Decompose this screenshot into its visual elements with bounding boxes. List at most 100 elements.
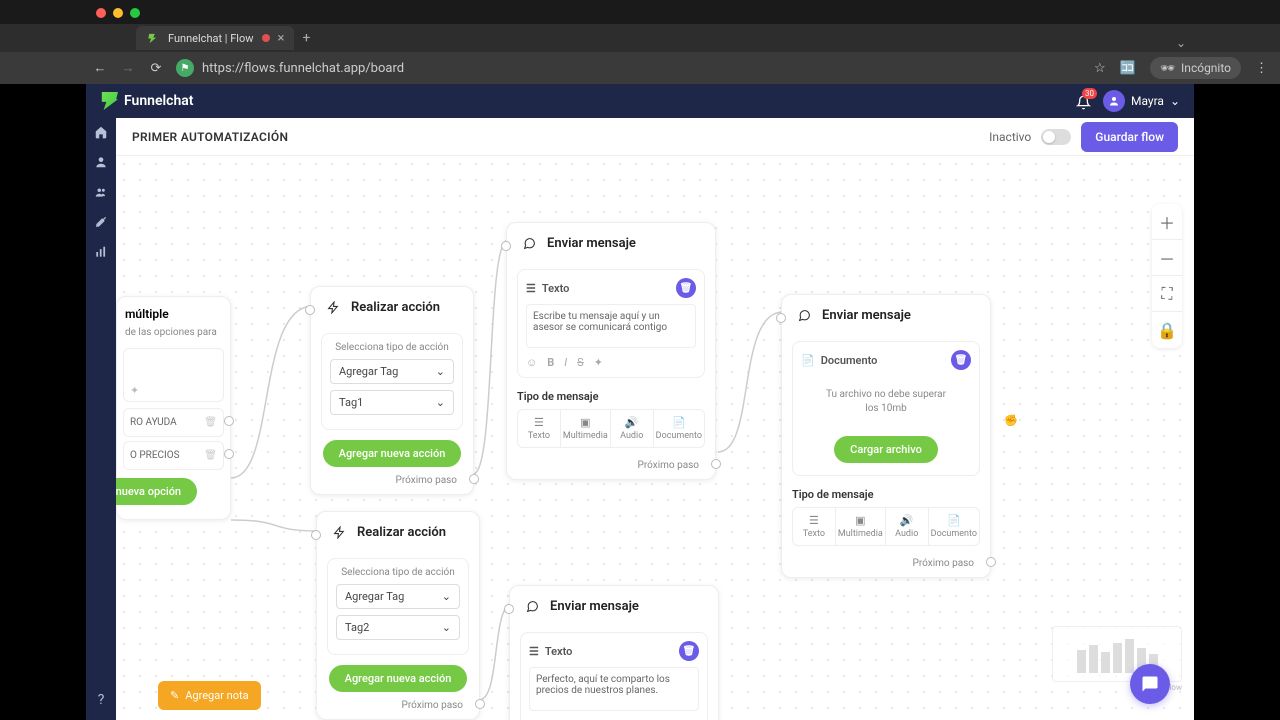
port-out[interactable] bbox=[711, 459, 721, 469]
port-out[interactable] bbox=[224, 449, 234, 459]
sidebar-tools[interactable] bbox=[93, 214, 109, 230]
option-ayuda[interactable]: RO AYUDA 🗑 bbox=[123, 408, 224, 437]
msg-type-multimedia[interactable]: ▣Multimedia bbox=[836, 508, 886, 545]
port-out[interactable] bbox=[224, 416, 234, 426]
action-type-dropdown[interactable]: Agregar Tag⌄ bbox=[336, 584, 460, 609]
bold-icon[interactable]: B bbox=[547, 356, 554, 369]
menu-icon[interactable]: ⋮ bbox=[1255, 61, 1268, 76]
node-action-2[interactable]: Realizar acción Selecciona tipo de acció… bbox=[316, 511, 480, 720]
forward-icon[interactable]: → bbox=[120, 60, 136, 76]
sidebar-analytics[interactable] bbox=[93, 244, 109, 260]
message-textarea[interactable] bbox=[526, 304, 696, 348]
next-step-label: Próximo paso bbox=[507, 456, 715, 479]
chevron-down-icon: ⌄ bbox=[1170, 94, 1180, 108]
audio-icon: 🔊 bbox=[613, 416, 651, 429]
star-icon[interactable]: ☆ bbox=[1094, 61, 1106, 76]
window-close[interactable] bbox=[96, 8, 106, 18]
sidebar-help[interactable]: ? bbox=[93, 692, 109, 708]
port-in[interactable] bbox=[776, 313, 786, 323]
url-text[interactable]: https://flows.funnelchat.app/board bbox=[202, 61, 404, 76]
tag-dropdown[interactable]: Tag1⌄ bbox=[330, 390, 454, 415]
flow-title: PRIMER AUTOMATIZACIÓN bbox=[132, 130, 288, 144]
trash-icon[interactable]: 🗑 bbox=[204, 417, 217, 428]
text-icon: ☰ bbox=[795, 514, 833, 527]
sparkle-icon[interactable]: ✦ bbox=[594, 356, 603, 369]
upload-button[interactable]: Cargar archivo bbox=[834, 436, 938, 463]
chat-fab[interactable] bbox=[1130, 664, 1170, 704]
add-option-button[interactable]: r nueva opción bbox=[116, 478, 197, 505]
action-type-dropdown[interactable]: Agregar Tag⌄ bbox=[330, 359, 454, 384]
option-precios[interactable]: O PRECIOS 🗑 bbox=[123, 441, 224, 470]
zoom-out-button[interactable]: － bbox=[1152, 240, 1182, 276]
document-icon: 📄 bbox=[656, 416, 702, 429]
notifications-button[interactable]: 30 bbox=[1076, 92, 1091, 110]
window-zoom[interactable] bbox=[130, 8, 140, 18]
incognito-badge: 🕶 Incógnito bbox=[1150, 57, 1241, 79]
user-menu[interactable]: Mayra ⌄ bbox=[1103, 90, 1180, 112]
node-message-3[interactable]: Enviar mensaje ☰Texto 🗑 ☺ B I S bbox=[509, 585, 719, 720]
sidebar-team[interactable] bbox=[93, 184, 109, 200]
chevron-down-icon: ⌄ bbox=[436, 396, 445, 409]
add-action-button[interactable]: Agregar nueva acción bbox=[323, 440, 462, 467]
msg-type-audio[interactable]: 🔊Audio bbox=[886, 508, 929, 545]
window-minimize[interactable] bbox=[113, 8, 123, 18]
lightning-icon bbox=[323, 297, 343, 317]
delete-block-button[interactable]: 🗑 bbox=[676, 278, 696, 298]
notif-count: 30 bbox=[1082, 88, 1097, 99]
port-out[interactable] bbox=[986, 557, 996, 567]
type-label: Tipo de mensaje bbox=[782, 486, 990, 503]
sparkle-icon[interactable]: ✦ bbox=[130, 384, 139, 397]
add-note-button[interactable]: ✎ Agregar nota bbox=[158, 681, 261, 710]
delete-block-button[interactable]: 🗑 bbox=[679, 641, 699, 661]
chevron-down-icon: ⌄ bbox=[442, 621, 451, 634]
chat-icon bbox=[519, 233, 539, 253]
document-icon: 📄 bbox=[931, 514, 977, 527]
msg-type-audio[interactable]: 🔊Audio bbox=[611, 410, 654, 447]
trash-icon[interactable]: 🗑 bbox=[204, 450, 217, 461]
reload-icon[interactable]: ⟳ bbox=[148, 60, 164, 76]
close-icon[interactable]: × bbox=[278, 31, 285, 46]
node-desc-fragment: de las opciones para bbox=[123, 325, 224, 348]
zoom-in-button[interactable]: ＋ bbox=[1152, 204, 1182, 240]
site-badge-icon[interactable]: ⚑ bbox=[176, 59, 194, 77]
msg-type-texto[interactable]: ☰Texto bbox=[518, 410, 561, 447]
msg-type-multimedia[interactable]: ▣Multimedia bbox=[561, 410, 611, 447]
port-in[interactable] bbox=[501, 241, 511, 251]
back-icon[interactable]: ← bbox=[92, 60, 108, 76]
node-action-1[interactable]: Realizar acción Selecciona tipo de acció… bbox=[310, 286, 474, 495]
italic-icon[interactable]: I bbox=[564, 356, 567, 369]
port-in[interactable] bbox=[305, 305, 315, 315]
note-icon: ✎ bbox=[170, 689, 179, 702]
emoji-icon[interactable]: ☺ bbox=[526, 356, 537, 369]
msg-type-documento[interactable]: 📄Documento bbox=[929, 508, 979, 545]
node-message-2[interactable]: Enviar mensaje 📄Documento 🗑 Tu archivo n… bbox=[781, 294, 991, 578]
file-hint: Tu archivo no debe superar los 10mb bbox=[801, 376, 971, 428]
msg-type-texto[interactable]: ☰Texto bbox=[793, 508, 836, 545]
tag-dropdown[interactable]: Tag2⌄ bbox=[336, 615, 460, 640]
lock-button[interactable]: 🔒 bbox=[1152, 312, 1182, 348]
node-message-1[interactable]: Enviar mensaje ☰Texto 🗑 ☺ B I S bbox=[506, 222, 716, 480]
tab-title: Funnelchat | Flow bbox=[168, 32, 254, 45]
save-flow-button[interactable]: Guardar flow bbox=[1081, 122, 1178, 152]
fit-view-button[interactable]: ⛶ bbox=[1152, 276, 1182, 312]
port-in[interactable] bbox=[311, 530, 321, 540]
next-step-label: Próximo paso bbox=[311, 471, 473, 494]
port-out[interactable] bbox=[475, 699, 485, 709]
new-tab-button[interactable]: + bbox=[302, 30, 310, 46]
chevron-down-icon[interactable]: ⌄ bbox=[1176, 36, 1186, 50]
port-in[interactable] bbox=[504, 604, 514, 614]
msg-type-documento[interactable]: 📄Documento bbox=[654, 410, 704, 447]
port-out[interactable] bbox=[469, 474, 479, 484]
translate-icon[interactable]: 🈁 bbox=[1120, 61, 1136, 76]
sidebar-home[interactable] bbox=[93, 124, 109, 140]
browser-tab[interactable]: Funnelchat | Flow × bbox=[136, 26, 294, 50]
strike-icon[interactable]: S bbox=[577, 356, 584, 369]
brand-logo[interactable]: Funnelchat bbox=[100, 92, 194, 110]
add-action-button[interactable]: Agregar nueva acción bbox=[329, 665, 468, 692]
delete-block-button[interactable]: 🗑 bbox=[951, 350, 971, 370]
message-textarea[interactable] bbox=[529, 667, 699, 711]
active-toggle[interactable] bbox=[1041, 129, 1071, 145]
sidebar-contacts[interactable] bbox=[93, 154, 109, 170]
chat-icon bbox=[522, 596, 542, 616]
node-multiple-choice[interactable]: múltiple de las opciones para ✦ RO AYUDA… bbox=[116, 296, 231, 520]
